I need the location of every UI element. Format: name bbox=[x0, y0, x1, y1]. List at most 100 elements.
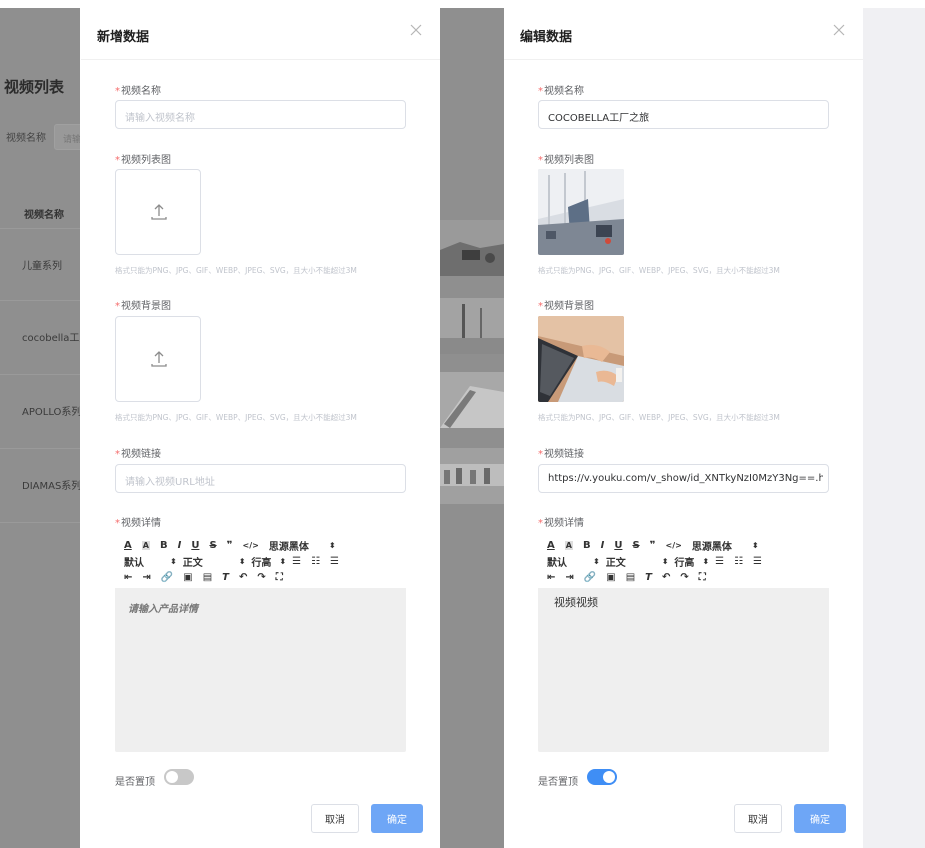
video-name-input[interactable]: COCOBELLA工厂之旅 bbox=[538, 100, 829, 129]
bg-image-hint: 格式只能为PNG、JPG、GIF、WEBP、JPEG、SVG，且大小不能超过3M bbox=[115, 413, 357, 422]
align-icon[interactable]: ☰ bbox=[292, 556, 301, 567]
dialog-header: 新增数据 bbox=[81, 8, 440, 60]
indent-icon[interactable]: ⇥ bbox=[142, 572, 150, 583]
font-color-icon[interactable]: A bbox=[124, 540, 132, 551]
list-image-hint: 格式只能为PNG、JPG、GIF、WEBP、JPEG、SVG，且大小不能超过3M bbox=[115, 266, 357, 275]
upload-icon bbox=[151, 351, 167, 367]
pin-top-switch[interactable] bbox=[587, 769, 617, 785]
chevron-updown-icon: ⬍ bbox=[238, 556, 246, 566]
chevron-updown-icon: ⬍ bbox=[751, 540, 759, 550]
undo-icon[interactable]: ↶ bbox=[239, 572, 247, 583]
video-name-label: *视频名称 bbox=[115, 86, 161, 97]
close-icon[interactable] bbox=[831, 22, 847, 38]
bullet-list-icon[interactable]: ☰ bbox=[330, 556, 339, 567]
pin-top-switch[interactable] bbox=[164, 769, 194, 785]
dialog-title: 编辑数据 bbox=[520, 30, 573, 45]
video-link-label: *视频链接 bbox=[115, 449, 161, 460]
fullscreen-icon[interactable]: ⛶ bbox=[276, 572, 283, 583]
italic-icon[interactable]: I bbox=[178, 540, 182, 551]
filter-input[interactable]: 请输 bbox=[54, 124, 80, 150]
list-image-label: *视频列表图 bbox=[115, 155, 171, 166]
close-icon[interactable] bbox=[408, 22, 424, 38]
fullscreen-icon[interactable]: ⛶ bbox=[699, 572, 706, 583]
table-row[interactable]: APOLLO系列 bbox=[0, 374, 80, 448]
align-icon[interactable]: ☰ bbox=[715, 556, 724, 567]
rich-text-editor[interactable]: A A B I U S ❞ </> 思源黑体 ⬍ 默认 ⬍ 正文 ⬍ 行高 ⬍ … bbox=[115, 534, 406, 752]
image-icon[interactable]: ▣ bbox=[606, 572, 615, 583]
redo-icon[interactable]: ↷ bbox=[257, 572, 265, 583]
background-color-icon[interactable]: A bbox=[564, 540, 573, 550]
chevron-updown-icon: ⬍ bbox=[328, 540, 336, 550]
indent-icon[interactable]: ⇥ bbox=[565, 572, 573, 583]
quote-icon[interactable]: ❞ bbox=[650, 540, 656, 551]
list-image-preview[interactable] bbox=[538, 169, 624, 255]
line-height-select[interactable]: 行高 bbox=[251, 554, 271, 569]
filter-label: 视频名称 bbox=[6, 133, 46, 144]
bg-image-label: *视频背景图 bbox=[538, 301, 594, 312]
video-name-input[interactable]: 请输入视频名称 bbox=[115, 100, 406, 129]
bullet-list-icon[interactable]: ☰ bbox=[753, 556, 762, 567]
video-icon[interactable]: ▤ bbox=[203, 572, 212, 583]
strikethrough-icon[interactable]: S bbox=[632, 540, 639, 551]
underline-icon[interactable]: U bbox=[191, 540, 199, 551]
bold-icon[interactable]: B bbox=[160, 540, 168, 551]
font-color-icon[interactable]: A bbox=[547, 540, 555, 551]
line-height-select[interactable]: 行高 bbox=[674, 554, 694, 569]
bg-image-label: *视频背景图 bbox=[115, 301, 171, 312]
font-size-select[interactable]: 默认 bbox=[547, 554, 567, 569]
outdent-icon[interactable]: ⇤ bbox=[547, 572, 555, 583]
background-color-icon[interactable]: A bbox=[141, 540, 150, 550]
chevron-updown-icon: ⬍ bbox=[279, 556, 287, 566]
link-icon[interactable]: 🔗 bbox=[161, 572, 173, 583]
video-name-label: *视频名称 bbox=[538, 86, 584, 97]
heading-select[interactable]: 正文 bbox=[183, 554, 203, 569]
cancel-button[interactable]: 取消 bbox=[311, 804, 359, 833]
bg-image-preview[interactable] bbox=[538, 316, 624, 402]
clear-format-icon[interactable]: T bbox=[222, 572, 229, 583]
row-thumbnail bbox=[440, 448, 504, 504]
cancel-button[interactable]: 取消 bbox=[734, 804, 782, 833]
editor-toolbar: A A B I U S ❞ </> 思源黑体 ⬍ 默认 ⬍ 正文 ⬍ 行高 ⬍ … bbox=[115, 534, 406, 588]
font-size-select[interactable]: 默认 bbox=[124, 554, 144, 569]
row-thumbnail bbox=[440, 220, 504, 276]
italic-icon[interactable]: I bbox=[601, 540, 605, 551]
editor-content[interactable]: 视频视频 bbox=[554, 594, 598, 610]
ordered-list-icon[interactable]: ☷ bbox=[734, 556, 743, 567]
video-link-input[interactable]: 请输入视频URL地址 bbox=[115, 464, 406, 493]
strikethrough-icon[interactable]: S bbox=[209, 540, 216, 551]
pin-top-label: 是否置顶 bbox=[538, 777, 578, 788]
table-header-name: 视频名称 bbox=[24, 210, 64, 221]
quote-icon[interactable]: ❞ bbox=[227, 540, 233, 551]
redo-icon[interactable]: ↷ bbox=[680, 572, 688, 583]
ordered-list-icon[interactable]: ☷ bbox=[311, 556, 320, 567]
code-icon[interactable]: </> bbox=[243, 541, 259, 550]
page-title: 视频列表 bbox=[4, 78, 65, 96]
row-thumbnail bbox=[440, 372, 504, 428]
bg-image-upload[interactable] bbox=[115, 316, 201, 402]
bold-icon[interactable]: B bbox=[583, 540, 591, 551]
undo-icon[interactable]: ↶ bbox=[662, 572, 670, 583]
font-family-select[interactable]: 思源黑体 bbox=[692, 538, 732, 553]
table-row[interactable]: DIAMAS系列 bbox=[0, 448, 80, 522]
code-icon[interactable]: </> bbox=[666, 541, 682, 550]
list-image-label: *视频列表图 bbox=[538, 155, 594, 166]
chevron-updown-icon: ⬍ bbox=[702, 556, 710, 566]
clear-format-icon[interactable]: T bbox=[645, 572, 652, 583]
rich-text-editor[interactable]: A A B I U S ❞ </> 思源黑体 ⬍ 默认 ⬍ 正文 ⬍ 行高 ⬍ … bbox=[538, 534, 829, 752]
confirm-button[interactable]: 确定 bbox=[371, 804, 423, 833]
image-icon[interactable]: ▣ bbox=[183, 572, 192, 583]
table-row[interactable]: cocobella工厂 bbox=[0, 300, 80, 374]
pin-top-label: 是否置顶 bbox=[115, 777, 155, 788]
confirm-button[interactable]: 确定 bbox=[794, 804, 846, 833]
outdent-icon[interactable]: ⇤ bbox=[124, 572, 132, 583]
video-link-input[interactable]: https://v.youku.com/v_show/id_XNTkyNzI0M… bbox=[538, 464, 829, 493]
video-icon[interactable]: ▤ bbox=[626, 572, 635, 583]
dialog-title: 新增数据 bbox=[97, 30, 150, 45]
underline-icon[interactable]: U bbox=[614, 540, 622, 551]
heading-select[interactable]: 正文 bbox=[606, 554, 626, 569]
list-image-upload[interactable] bbox=[115, 169, 201, 255]
editor-placeholder: 请输入产品详情 bbox=[128, 604, 198, 615]
link-icon[interactable]: 🔗 bbox=[584, 572, 596, 583]
table-row[interactable]: 儿童系列 bbox=[0, 228, 80, 300]
font-family-select[interactable]: 思源黑体 bbox=[269, 538, 309, 553]
